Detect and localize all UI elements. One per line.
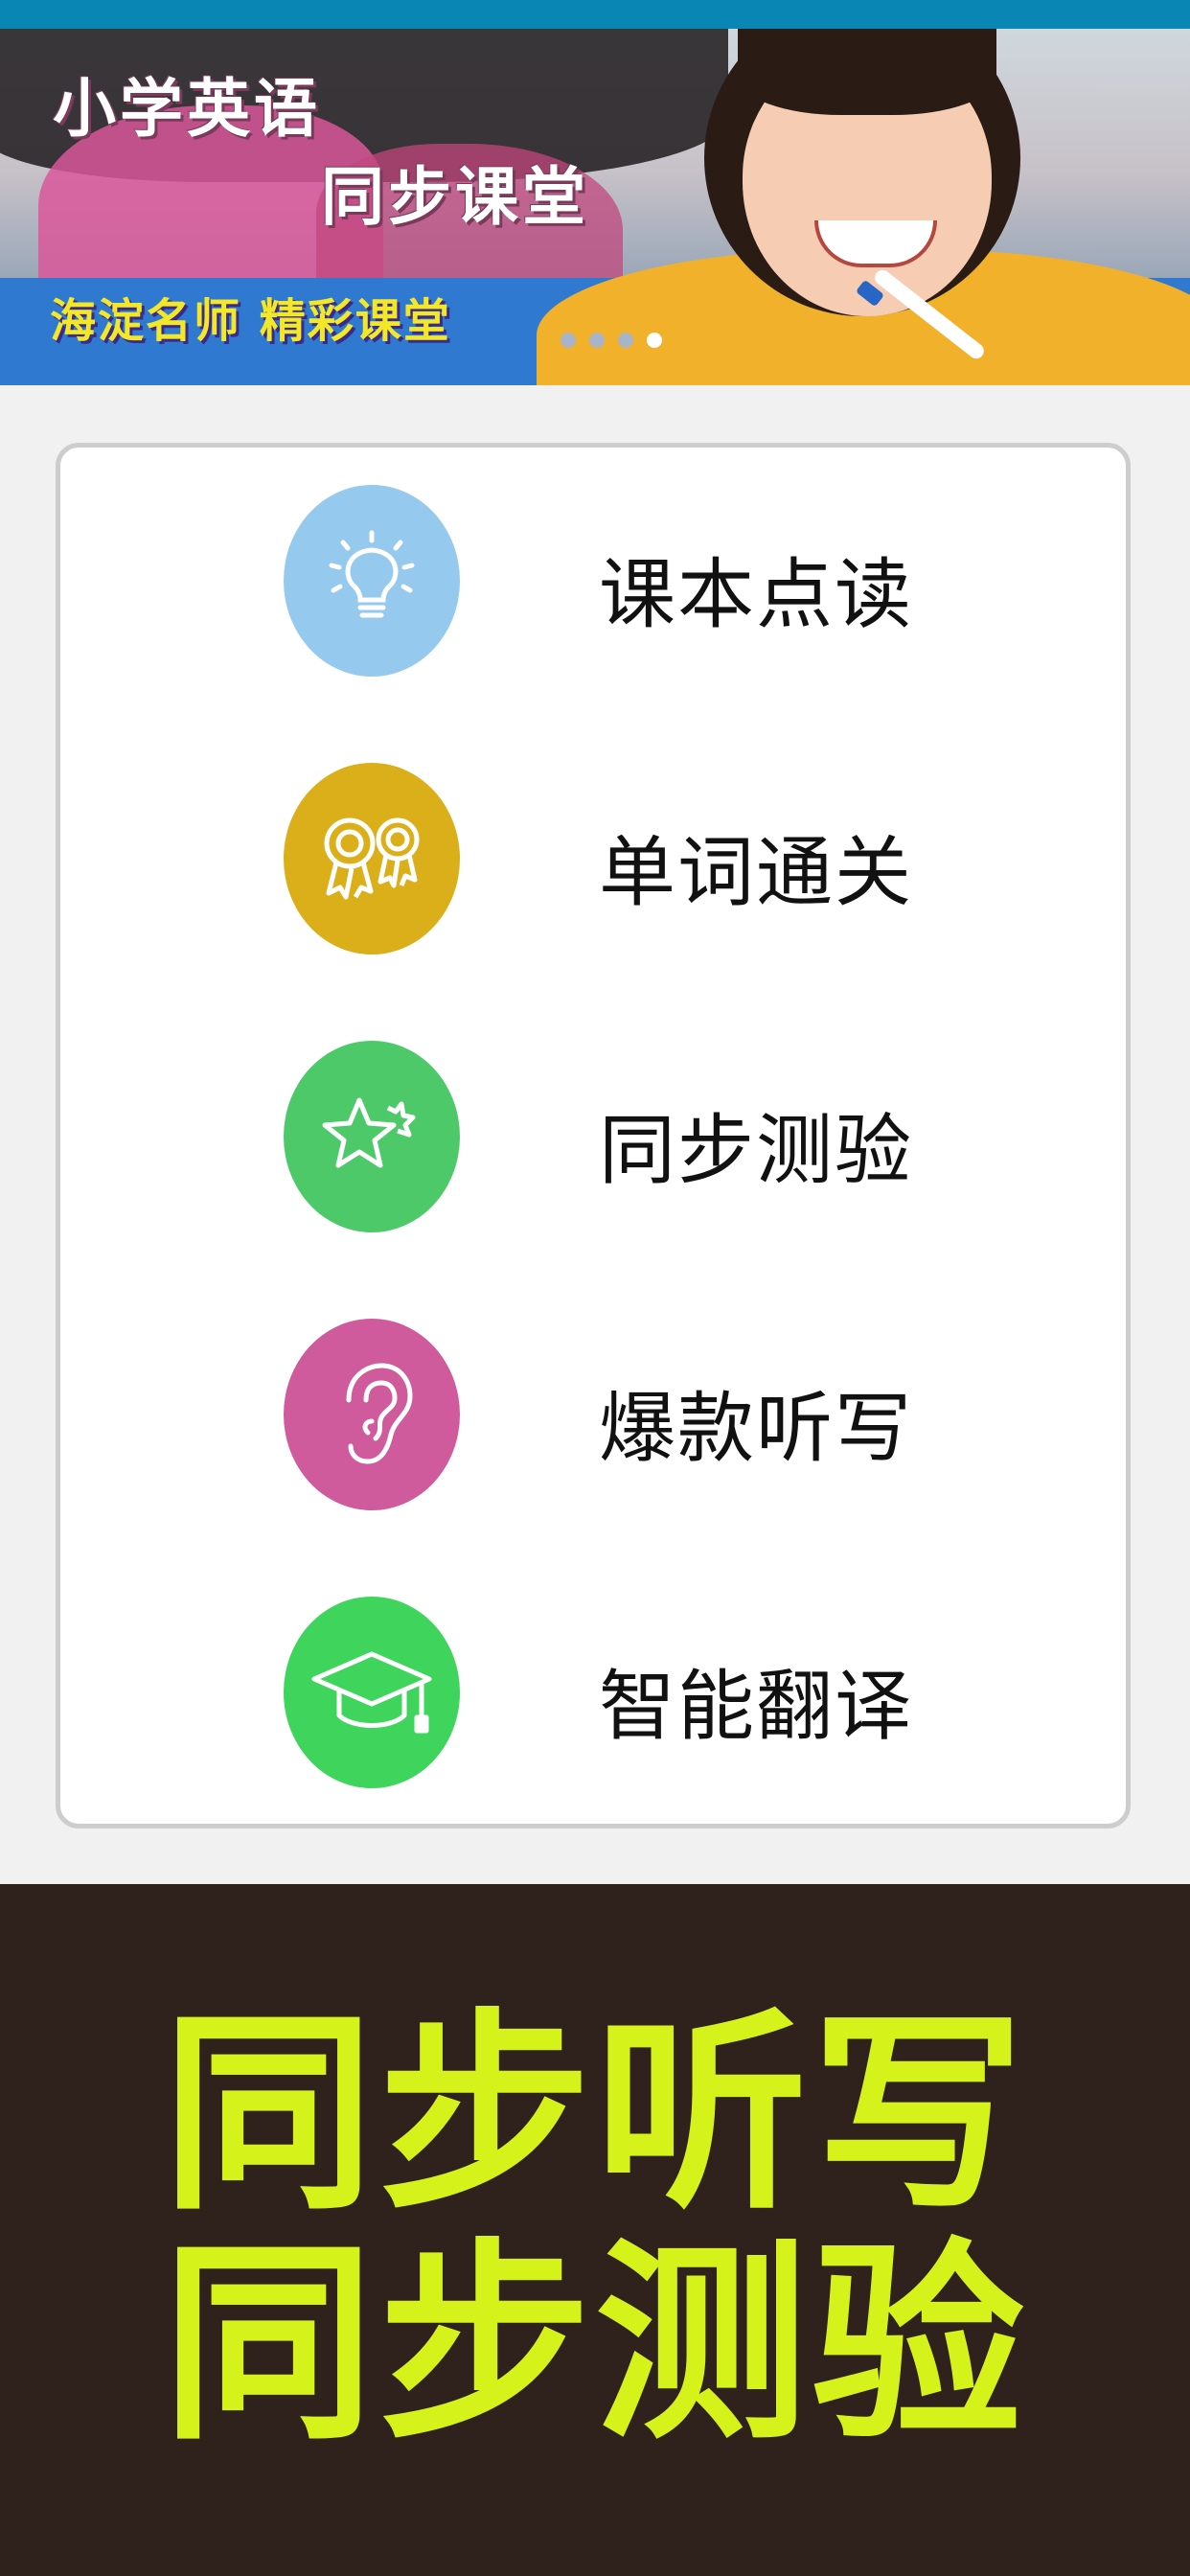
carousel-dots[interactable] [561, 333, 662, 348]
menu-item-label: 智能翻译 [599, 1662, 913, 1751]
carousel-dot[interactable] [561, 333, 576, 348]
carousel-dot[interactable] [589, 333, 605, 348]
promo-line1: 同步听写 [162, 1991, 1028, 2239]
carousel-dot[interactable] [618, 333, 633, 348]
menu-item-dictation[interactable]: 爆款听写 [60, 1319, 1126, 1510]
carousel-dot-active[interactable] [647, 333, 662, 348]
award-medals-icon[interactable] [284, 763, 460, 954]
banner-title-line1: 小学英语 [53, 72, 321, 146]
menu-item-sync-quiz[interactable]: 同步测验 [60, 1041, 1126, 1232]
stars-icon[interactable] [284, 1041, 460, 1232]
banner-title-line2: 同步课堂 [321, 160, 589, 234]
menu-item-label: 爆款听写 [599, 1384, 913, 1473]
ear-icon[interactable] [284, 1319, 460, 1510]
menu-item-textbook-reading[interactable]: 课本点读 [60, 485, 1126, 677]
lightbulb-icon[interactable] [284, 485, 460, 677]
banner-subtitle: 海淀名师 精彩课堂 [50, 294, 451, 348]
promo-banner[interactable]: 同步听写 同步测验 [0, 1884, 1190, 2576]
graduation-cap-icon[interactable] [284, 1597, 460, 1788]
promo-line2: 同步测验 [162, 2221, 1028, 2469]
menu-item-label: 课本点读 [599, 550, 913, 639]
menu-item-label: 单词通关 [599, 828, 913, 917]
banner-carousel[interactable]: 小学英语 同步课堂 海淀名师 精彩课堂 [0, 29, 1190, 385]
menu-item-word-challenge[interactable]: 单词通关 [60, 763, 1126, 954]
menu-item-translation[interactable]: 智能翻译 [60, 1597, 1126, 1788]
banner-photo-girl [738, 29, 996, 115]
feature-menu-card: 课本点读 单词通关 同步测验 爆款听写 智能翻译 [56, 443, 1131, 1828]
status-bar [0, 0, 1190, 29]
menu-item-label: 同步测验 [599, 1106, 913, 1195]
